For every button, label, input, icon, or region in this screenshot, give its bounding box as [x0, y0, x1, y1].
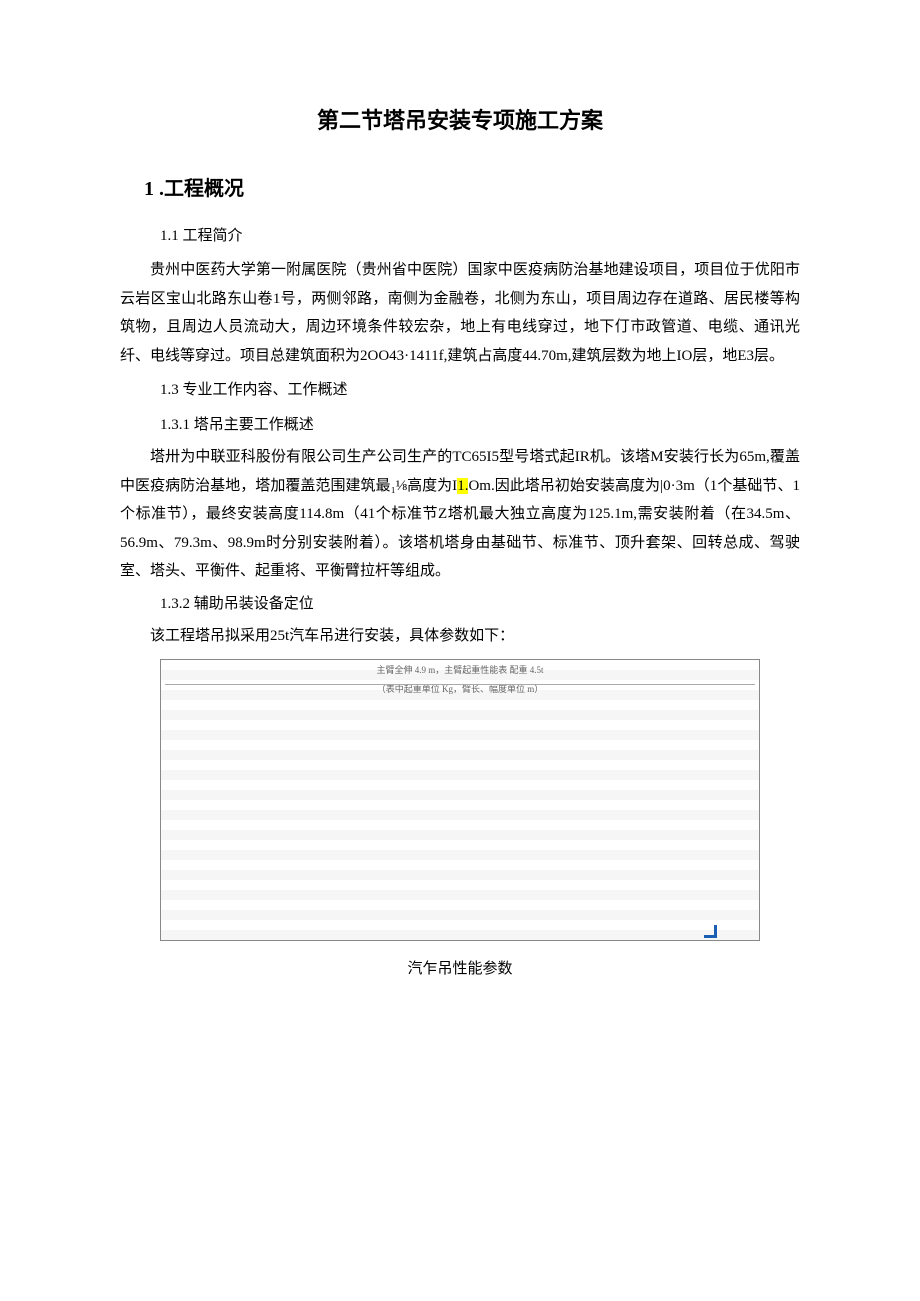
document-page: 第二节塔吊安装专项施工方案 1 .工程概况 1.1 工程简介 贵州中医药大学第一… [0, 0, 920, 1043]
figure-caption: 汽乍吊性能参数 [120, 955, 800, 984]
subsection-1-1: 1.1 工程简介 [160, 222, 800, 251]
section-heading-1: 1 .工程概况 [144, 170, 800, 208]
paragraph-crane-desc: 塔卅为中联亚科股份有限公司生产公司生产的TC65I5型号塔式起IR机。该塔M安装… [120, 443, 800, 586]
table-caption-line1: 主臂全伸 4.9 m，主臂起重性能表 配重 4.5t [161, 660, 759, 679]
highlight-text: 1. [457, 478, 468, 494]
subsection-1-3: 1.3 专业工作内容、工作概述 [160, 376, 800, 405]
performance-table-image: 主臂全伸 4.9 m，主臂起重性能表 配重 4.5t （表中起重单位 Kg，臂长… [160, 659, 760, 941]
corner-mark-icon [704, 925, 717, 938]
paragraph-aux-equip: 该工程塔吊拟采用25t汽车吊进行安装，具体参数如下： [120, 622, 800, 651]
subsection-1-3-2: 1.3.2 辅助吊装设备定位 [160, 590, 800, 619]
page-title: 第二节塔吊安装专项施工方案 [120, 100, 800, 142]
paragraph-overview: 贵州中医药大学第一附属医院（贵州省中医院）国家中医疫病防治基地建设项目，项目位于… [120, 256, 800, 370]
table-grid-placeholder [165, 684, 755, 936]
subsection-1-3-1: 1.3.1 塔吊主要工作概述 [160, 411, 800, 440]
